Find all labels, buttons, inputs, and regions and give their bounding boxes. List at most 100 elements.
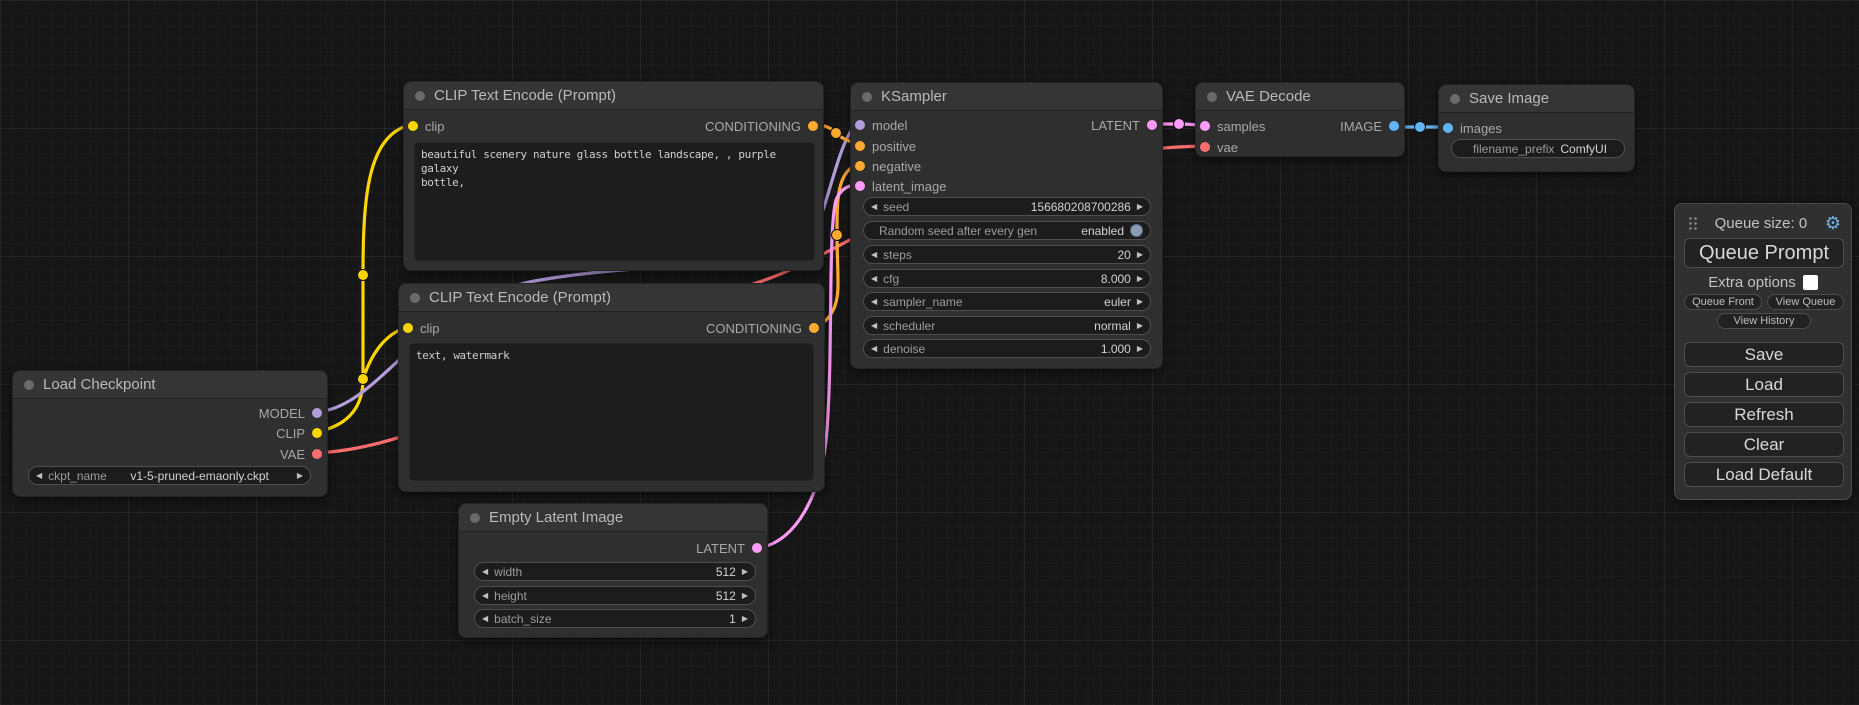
node-clip-text-encode-negative[interactable]: CLIP Text Encode (Prompt) clip CONDITION… bbox=[398, 283, 825, 492]
output-slot-conditioning[interactable]: CONDITIONING bbox=[706, 320, 819, 336]
output-slot-clip[interactable]: CLIP bbox=[276, 425, 322, 441]
collapse-dot-icon[interactable] bbox=[410, 293, 420, 303]
extra-options-checkbox[interactable] bbox=[1803, 275, 1818, 290]
image-slot-icon[interactable] bbox=[1443, 123, 1453, 133]
width-widget[interactable]: ◀ width 512 ▶ bbox=[474, 562, 756, 581]
node-ksampler[interactable]: KSampler model LATENT positive negative … bbox=[850, 82, 1163, 369]
reroute-dot-positive[interactable] bbox=[831, 128, 842, 139]
sampler-name-widget[interactable]: ◀ sampler_name euler ▶ bbox=[863, 292, 1151, 311]
steps-widget[interactable]: ◀ steps 20 ▶ bbox=[863, 245, 1151, 264]
collapse-dot-icon[interactable] bbox=[415, 91, 425, 101]
decrement-arrow-icon[interactable]: ◀ bbox=[871, 203, 877, 211]
increment-arrow-icon[interactable]: ▶ bbox=[742, 615, 748, 623]
queue-prompt-button[interactable]: Queue Prompt bbox=[1684, 238, 1844, 268]
input-slot-model[interactable]: model bbox=[855, 117, 907, 133]
reroute-dot-clip-lower[interactable] bbox=[358, 374, 369, 385]
clear-button[interactable]: Clear bbox=[1684, 432, 1844, 457]
increment-arrow-icon[interactable]: ▶ bbox=[1137, 322, 1143, 330]
node-titlebar[interactable]: VAE Decode bbox=[1196, 83, 1404, 111]
node-titlebar[interactable]: Save Image bbox=[1439, 85, 1634, 113]
reroute-dot-negative[interactable] bbox=[832, 230, 843, 241]
collapse-dot-icon[interactable] bbox=[1207, 92, 1217, 102]
conditioning-slot-icon[interactable] bbox=[808, 121, 818, 131]
node-load-checkpoint[interactable]: Load Checkpoint MODEL CLIP VAE ◀ ckpt_na… bbox=[12, 370, 328, 497]
collapse-dot-icon[interactable] bbox=[470, 513, 480, 523]
increment-arrow-icon[interactable]: ▶ bbox=[297, 472, 303, 480]
node-titlebar[interactable]: CLIP Text Encode (Prompt) bbox=[404, 82, 823, 110]
collapse-dot-icon[interactable] bbox=[1450, 94, 1460, 104]
decrement-arrow-icon[interactable]: ◀ bbox=[36, 472, 42, 480]
batch-size-widget[interactable]: ◀ batch_size 1 ▶ bbox=[474, 609, 756, 628]
latent-slot-icon[interactable] bbox=[1200, 121, 1210, 131]
increment-arrow-icon[interactable]: ▶ bbox=[1137, 298, 1143, 306]
refresh-button[interactable]: Refresh bbox=[1684, 402, 1844, 427]
latent-slot-icon[interactable] bbox=[855, 181, 865, 191]
clip-slot-icon[interactable] bbox=[408, 121, 418, 131]
increment-arrow-icon[interactable]: ▶ bbox=[1137, 275, 1143, 283]
node-titlebar[interactable]: CLIP Text Encode (Prompt) bbox=[399, 284, 824, 312]
input-slot-images[interactable]: images bbox=[1443, 120, 1502, 136]
prompt-textarea[interactable]: beautiful scenery nature glass bottle la… bbox=[414, 142, 815, 261]
increment-arrow-icon[interactable]: ▶ bbox=[1137, 251, 1143, 259]
drag-handle-icon[interactable] bbox=[1688, 216, 1697, 231]
input-slot-positive[interactable]: positive bbox=[855, 138, 916, 154]
reroute-dot-image[interactable] bbox=[1415, 122, 1426, 133]
decrement-arrow-icon[interactable]: ◀ bbox=[482, 592, 488, 600]
decrement-arrow-icon[interactable]: ◀ bbox=[482, 615, 488, 623]
node-titlebar[interactable]: Load Checkpoint bbox=[13, 371, 327, 399]
filename-prefix-widget[interactable]: filename_prefix ComfyUI bbox=[1451, 139, 1625, 158]
input-slot-clip[interactable]: clip bbox=[408, 118, 445, 134]
increment-arrow-icon[interactable]: ▶ bbox=[742, 568, 748, 576]
settings-gear-icon[interactable]: ⚙ bbox=[1825, 214, 1841, 232]
image-slot-icon[interactable] bbox=[1389, 121, 1399, 131]
node-vae-decode[interactable]: VAE Decode samples IMAGE vae bbox=[1195, 82, 1405, 157]
node-titlebar[interactable]: KSampler bbox=[851, 83, 1162, 111]
output-slot-latent[interactable]: LATENT bbox=[1091, 117, 1157, 133]
view-history-button[interactable]: View History bbox=[1717, 313, 1811, 329]
save-button[interactable]: Save bbox=[1684, 342, 1844, 367]
reroute-dot-latent[interactable] bbox=[1174, 119, 1185, 130]
collapse-dot-icon[interactable] bbox=[862, 92, 872, 102]
clip-slot-icon[interactable] bbox=[312, 428, 322, 438]
toggle-icon[interactable] bbox=[1130, 224, 1143, 237]
conditioning-slot-icon[interactable] bbox=[855, 141, 865, 151]
decrement-arrow-icon[interactable]: ◀ bbox=[871, 345, 877, 353]
output-slot-conditioning[interactable]: CONDITIONING bbox=[705, 118, 818, 134]
decrement-arrow-icon[interactable]: ◀ bbox=[871, 322, 877, 330]
cfg-widget[interactable]: ◀ cfg 8.000 ▶ bbox=[863, 269, 1151, 288]
model-slot-icon[interactable] bbox=[312, 408, 322, 418]
load-button[interactable]: Load bbox=[1684, 372, 1844, 397]
vae-slot-icon[interactable] bbox=[1200, 142, 1210, 152]
decrement-arrow-icon[interactable]: ◀ bbox=[871, 275, 877, 283]
ckpt-name-widget[interactable]: ◀ ckpt_name v1-5-pruned-emaonly.ckpt ▶ bbox=[28, 466, 311, 485]
decrement-arrow-icon[interactable]: ◀ bbox=[482, 568, 488, 576]
denoise-widget[interactable]: ◀ denoise 1.000 ▶ bbox=[863, 339, 1151, 358]
input-slot-vae[interactable]: vae bbox=[1200, 139, 1238, 155]
height-widget[interactable]: ◀ height 512 ▶ bbox=[474, 586, 756, 605]
input-slot-negative[interactable]: negative bbox=[855, 158, 921, 174]
node-save-image[interactable]: Save Image images filename_prefix ComfyU… bbox=[1438, 84, 1635, 172]
latent-slot-icon[interactable] bbox=[1147, 120, 1157, 130]
model-slot-icon[interactable] bbox=[855, 120, 865, 130]
random-seed-toggle-widget[interactable]: Random seed after every gen enabled bbox=[863, 221, 1151, 240]
decrement-arrow-icon[interactable]: ◀ bbox=[871, 251, 877, 259]
load-default-button[interactable]: Load Default bbox=[1684, 462, 1844, 487]
input-slot-samples[interactable]: samples bbox=[1200, 118, 1265, 134]
input-slot-latent-image[interactable]: latent_image bbox=[855, 178, 946, 194]
increment-arrow-icon[interactable]: ▶ bbox=[742, 592, 748, 600]
latent-slot-icon[interactable] bbox=[752, 543, 762, 553]
input-slot-clip[interactable]: clip bbox=[403, 320, 440, 336]
queue-front-button[interactable]: Queue Front bbox=[1684, 294, 1762, 310]
decrement-arrow-icon[interactable]: ◀ bbox=[871, 298, 877, 306]
conditioning-slot-icon[interactable] bbox=[809, 323, 819, 333]
conditioning-slot-icon[interactable] bbox=[855, 161, 865, 171]
increment-arrow-icon[interactable]: ▶ bbox=[1137, 345, 1143, 353]
node-empty-latent-image[interactable]: Empty Latent Image LATENT ◀ width 512 ▶ … bbox=[458, 503, 768, 638]
clip-slot-icon[interactable] bbox=[403, 323, 413, 333]
scheduler-widget[interactable]: ◀ scheduler normal ▶ bbox=[863, 316, 1151, 335]
increment-arrow-icon[interactable]: ▶ bbox=[1137, 203, 1143, 211]
view-queue-button[interactable]: View Queue bbox=[1767, 294, 1844, 310]
output-slot-image[interactable]: IMAGE bbox=[1340, 118, 1399, 134]
node-clip-text-encode-positive[interactable]: CLIP Text Encode (Prompt) clip CONDITION… bbox=[403, 81, 824, 271]
vae-slot-icon[interactable] bbox=[312, 449, 322, 459]
